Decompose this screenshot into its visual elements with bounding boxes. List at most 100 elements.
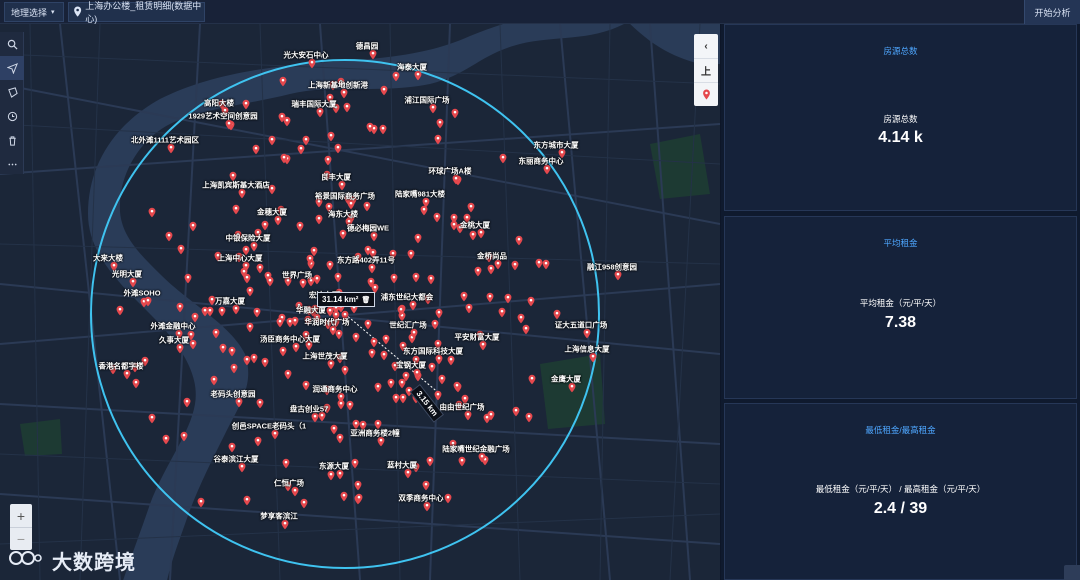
map-pin-icon[interactable] <box>341 365 349 376</box>
map-pin-icon[interactable] <box>268 135 276 146</box>
map-pin-icon[interactable] <box>346 400 354 411</box>
map-poi-label[interactable]: 世界广场 <box>282 270 312 281</box>
trash-icon[interactable]: 🗑 <box>361 296 370 304</box>
map-pin-icon[interactable] <box>370 337 378 348</box>
map-poi-label[interactable]: 光大安石中心 <box>284 50 329 61</box>
map-pin-icon[interactable] <box>218 306 226 317</box>
map-pin-icon[interactable] <box>334 143 342 154</box>
map-pin-icon[interactable] <box>300 498 308 509</box>
map-poi-label[interactable]: 久事大厦 <box>159 335 189 346</box>
map-pin-icon[interactable] <box>354 480 362 491</box>
map-pin-icon[interactable] <box>499 153 507 164</box>
map-pin-icon[interactable] <box>402 371 410 382</box>
map-poi-label[interactable]: 北外滩1111艺术园区 <box>131 135 199 146</box>
map-pin-icon[interactable] <box>447 355 455 366</box>
map-poi-label[interactable]: 万嘉大厦 <box>215 296 245 307</box>
map-poi-label[interactable]: 金桥尚品 <box>477 251 507 262</box>
map-pin-icon[interactable] <box>380 350 388 361</box>
map-pin-icon[interactable] <box>469 230 477 241</box>
map-pin-icon[interactable] <box>467 202 475 213</box>
map-pin-icon[interactable] <box>276 317 284 328</box>
map-pin-icon[interactable] <box>407 249 415 260</box>
map-pin-icon[interactable] <box>515 235 523 246</box>
map-poi-label[interactable]: 上海世茂大厦 <box>303 351 348 362</box>
map-pin-icon[interactable] <box>296 221 304 232</box>
map-pin-icon[interactable] <box>282 458 290 469</box>
map-poi-label[interactable]: 环球广场A楼 <box>429 166 472 177</box>
map-pin-icon[interactable] <box>184 273 192 284</box>
map-pin-icon[interactable] <box>382 334 390 345</box>
map-pin-icon[interactable] <box>327 131 335 142</box>
map-pin-icon[interactable] <box>291 316 299 327</box>
locate-button[interactable] <box>694 82 718 106</box>
map-pin-icon[interactable] <box>392 71 400 82</box>
map-pin-icon[interactable] <box>498 307 506 318</box>
map-poi-label[interactable]: 平安财富大厦 <box>455 332 500 343</box>
map-pin-icon[interactable] <box>302 380 310 391</box>
map-poi-label[interactable]: 润通商务中心 <box>313 384 358 395</box>
map-pin-icon[interactable] <box>364 319 372 330</box>
map-pin-icon[interactable] <box>363 201 371 212</box>
map-pin-icon[interactable] <box>165 231 173 242</box>
map-pin-icon[interactable] <box>228 442 236 453</box>
map-pin-icon[interactable] <box>176 302 184 313</box>
map-poi-label[interactable]: 东方国际科技大厦 <box>403 346 463 357</box>
map-pin-icon[interactable] <box>483 413 491 424</box>
map-poi-label[interactable]: 良丰大厦 <box>321 172 351 183</box>
map-pin-icon[interactable] <box>444 493 452 504</box>
map-poi-label[interactable]: 东源大厦 <box>319 461 349 472</box>
map-pin-icon[interactable] <box>397 305 405 316</box>
map-pin-icon[interactable] <box>228 346 236 357</box>
map-pin-icon[interactable] <box>368 348 376 359</box>
map-pin-icon[interactable] <box>162 434 170 445</box>
map-pin-icon[interactable] <box>242 99 250 110</box>
draw-tool[interactable] <box>0 80 24 104</box>
map-pin-icon[interactable] <box>517 313 525 324</box>
map-pin-icon[interactable] <box>522 324 530 335</box>
map-pin-icon[interactable] <box>339 229 347 240</box>
map-poi-label[interactable]: 由由世纪广场 <box>440 402 485 413</box>
map-pin-icon[interactable] <box>326 260 334 271</box>
map-pin-icon[interactable] <box>528 374 536 385</box>
map-pin-icon[interactable] <box>246 286 254 297</box>
map-poi-label[interactable]: 高阳大楼 <box>204 98 234 109</box>
map-poi-label[interactable]: 1929艺术空间创意园 <box>188 111 257 122</box>
map-poi-label[interactable]: 海泰大厦 <box>397 62 427 73</box>
map-poi-label[interactable]: 世纪汇广场 <box>389 320 427 331</box>
map-poi-label[interactable]: 外滩SOHO <box>123 288 160 299</box>
map-poi-label[interactable]: 证大五道口广场 <box>555 320 608 331</box>
map-poi-label[interactable]: 融江958创意园 <box>587 262 637 273</box>
map-pin-icon[interactable] <box>355 493 363 504</box>
map-pin-icon[interactable] <box>380 85 388 96</box>
map-pin-icon[interactable] <box>450 213 458 224</box>
breadcrumb[interactable]: 上海办公楼_租赁明细(数据中心) <box>68 1 205 24</box>
map-pin-icon[interactable] <box>366 122 374 133</box>
map-poi-label[interactable]: 金穗大厦 <box>257 207 287 218</box>
zoom-in-button[interactable]: + <box>10 504 32 527</box>
map-pin-icon[interactable] <box>243 355 251 366</box>
start-analysis-button[interactable]: 开始分析 <box>1024 0 1080 24</box>
map-poi-label[interactable]: 海东大楼 <box>328 209 358 220</box>
map-pin-icon[interactable] <box>351 458 359 469</box>
map-pin-icon[interactable] <box>412 272 420 283</box>
map-pin-icon[interactable] <box>434 390 442 401</box>
map-pin-icon[interactable] <box>253 307 261 318</box>
map-poi-label[interactable]: 东方路402弄11号 <box>337 255 395 266</box>
map-poi-label[interactable]: 香港名都字楼 <box>99 361 144 372</box>
map-poi-label[interactable]: 陆家嘴981大楼 <box>395 189 445 200</box>
search-tool[interactable] <box>0 32 24 56</box>
map-poi-label[interactable]: 仁恒广场 <box>274 478 304 489</box>
map-pin-icon[interactable] <box>435 308 443 319</box>
map-pin-icon[interactable] <box>340 491 348 502</box>
map-pin-icon[interactable] <box>474 266 482 277</box>
map-pin-icon[interactable] <box>433 212 441 223</box>
map-pin-icon[interactable] <box>379 124 387 135</box>
map-pin-icon[interactable] <box>458 456 466 467</box>
map-pin-icon[interactable] <box>426 456 434 467</box>
map-pin-icon[interactable] <box>148 207 156 218</box>
map-poi-label[interactable]: 东方城市大厦 <box>534 140 579 151</box>
map-pin-icon[interactable] <box>399 393 407 404</box>
map-pin-icon[interactable] <box>553 309 561 320</box>
map-poi-label[interactable]: 上海信息大厦 <box>565 344 610 355</box>
map-pin-icon[interactable] <box>511 260 519 271</box>
